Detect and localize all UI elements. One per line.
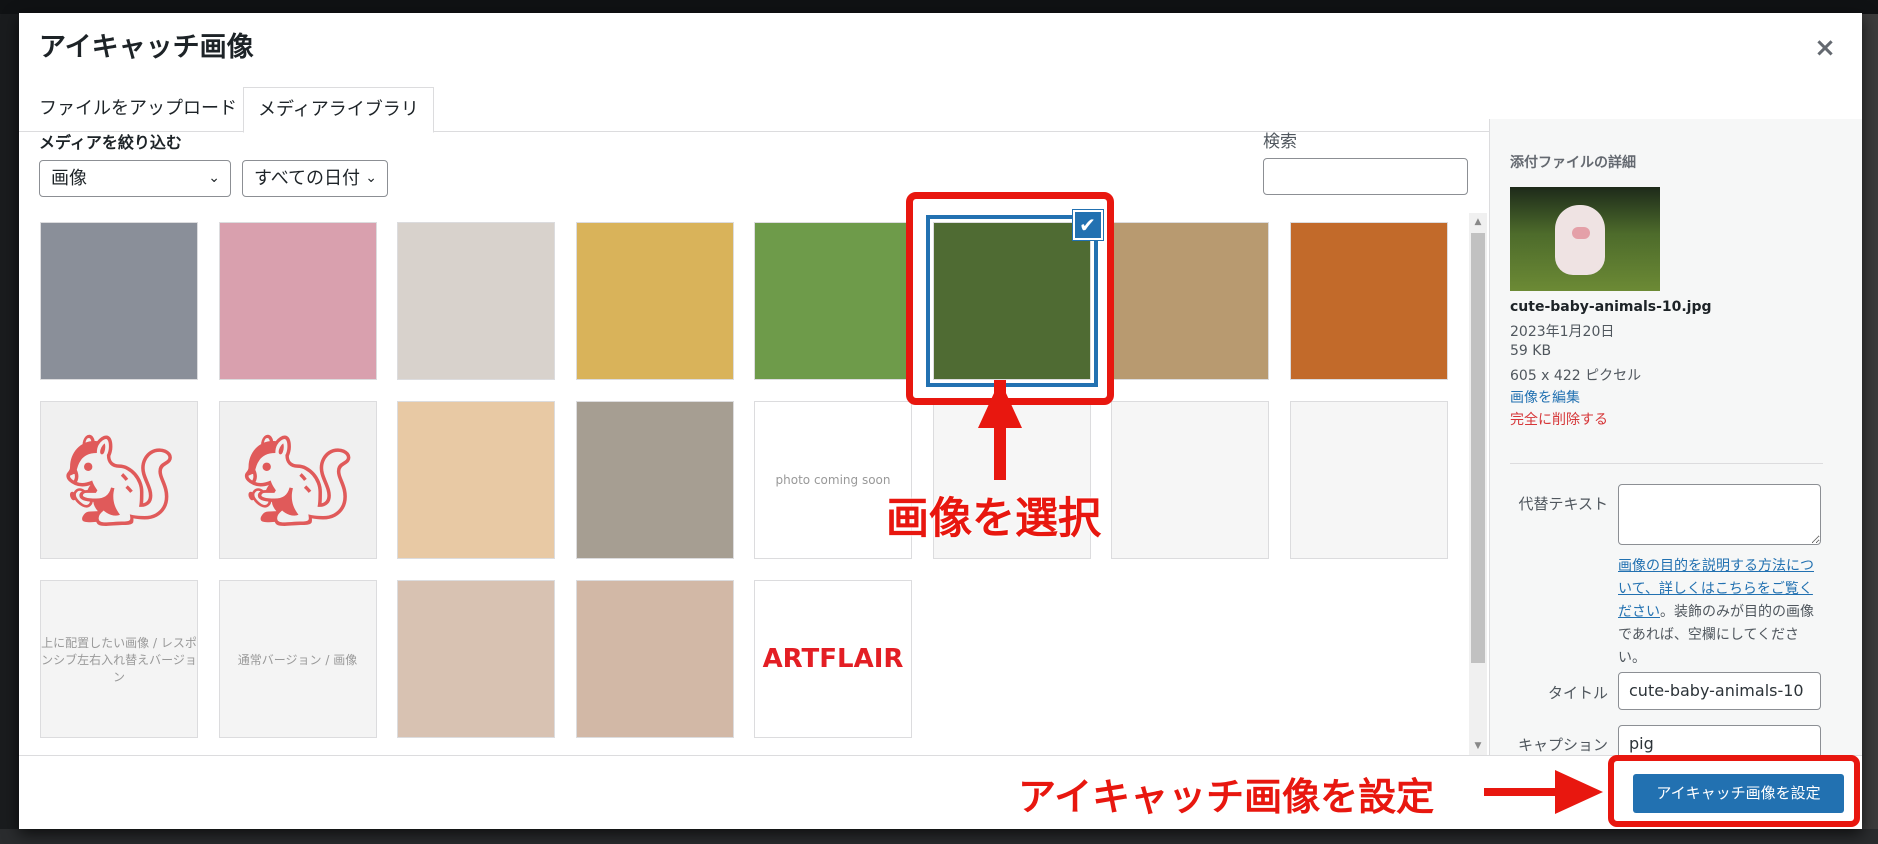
details-heading: 添付ファイルの詳細	[1510, 155, 1636, 171]
attachment-thumbnail: 通常バージョン / 画像	[219, 581, 376, 737]
attachment-tile[interactable]	[218, 222, 377, 380]
title-field[interactable]: cute-baby-animals-10	[1618, 672, 1821, 710]
alt-text-help: 画像の目的を説明する方法について、詳しくはこちらをご覧ください。装飾のみが目的の…	[1618, 555, 1823, 670]
details-filename: cute-baby-animals-10.jpg	[1510, 299, 1712, 315]
delete-permanently-link[interactable]: 完全に削除する	[1510, 409, 1608, 429]
attachment-thumbnail	[1290, 402, 1447, 558]
attachment-thumbnail	[1112, 402, 1268, 558]
admin-sidebar-backdrop	[0, 14, 19, 844]
search-label: 検索	[1263, 132, 1297, 152]
media-type-select[interactable]: 画像 ⌄	[39, 160, 231, 197]
chevron-down-icon: ⌄	[365, 170, 377, 186]
attachment-tile[interactable]	[1289, 401, 1448, 559]
attachment-thumbnail: 🐿	[219, 402, 376, 558]
attachment-tile[interactable]: 上に配置したい画像 / レスポンシブ左右入れ替えバージョン	[40, 580, 198, 738]
filter-label: メディアを絞り込む	[39, 133, 182, 152]
attachment-tile[interactable]	[1289, 222, 1448, 380]
attachment-thumbnail	[576, 223, 733, 379]
scroll-down-icon[interactable]: ▼	[1469, 737, 1487, 755]
annotation-arrow-right	[1484, 788, 1564, 796]
media-modal: アイキャッチ画像 × ファイルをアップロード メディアライブラリ メディアを絞り…	[19, 13, 1862, 829]
annotation-button-box	[1608, 755, 1860, 827]
attachment-thumbnail: 上に配置したい画像 / レスポンシブ左右入れ替えバージョン	[41, 581, 197, 737]
attachment-thumbnail	[1290, 223, 1447, 379]
annotation-set-featured: アイキャッチ画像を設定	[1018, 775, 1435, 819]
caption-field[interactable]: pig	[1618, 725, 1821, 755]
attachment-tile[interactable]	[40, 222, 198, 380]
admin-bar	[0, 0, 1878, 14]
details-filesize: 59 KB	[1510, 343, 1552, 359]
details-divider	[1510, 463, 1823, 464]
alt-text-label: 代替テキスト	[1518, 495, 1608, 513]
alt-text-field[interactable]	[1618, 484, 1821, 545]
chevron-down-icon: ⌄	[208, 170, 220, 186]
attachment-thumbnail	[398, 223, 554, 379]
attachment-details-panel: 添付ファイルの詳細 cute-baby-animals-10.jpg 2023年…	[1489, 119, 1862, 755]
attachment-tile[interactable]	[575, 401, 734, 559]
details-date: 2023年1月20日	[1510, 324, 1615, 340]
attachment-thumbnail: 🐿	[41, 402, 197, 558]
date-filter-select[interactable]: すべての日付 ⌄	[242, 160, 388, 197]
annotation-select-image: 画像を選択	[886, 494, 1101, 544]
attachment-tile[interactable]	[397, 580, 555, 738]
attachment-thumbnail	[398, 581, 554, 737]
attachment-thumbnail	[219, 223, 376, 379]
footer-divider	[19, 755, 1862, 756]
caption-label: キャプション	[1517, 736, 1608, 754]
attachment-thumbnail	[755, 223, 911, 379]
page-backdrop-bottom	[0, 829, 1878, 844]
attachment-thumbnail	[576, 581, 733, 737]
page-backdrop-right	[1862, 14, 1878, 844]
tab-media-library[interactable]: メディアライブラリ	[243, 87, 434, 133]
attachment-tile[interactable]: 🐿	[40, 401, 198, 559]
attachment-tile[interactable]: 通常バージョン / 画像	[218, 580, 377, 738]
annotation-select-box	[906, 192, 1114, 405]
attachment-thumbnail	[41, 223, 197, 379]
scrollbar-thumb[interactable]	[1471, 233, 1485, 663]
grid-scrollbar[interactable]: ▲ ▼	[1469, 213, 1487, 755]
tab-upload-files[interactable]: ファイルをアップロード	[25, 87, 251, 132]
attachment-thumbnail	[1112, 223, 1268, 379]
attachment-tile[interactable]	[1111, 222, 1269, 380]
scroll-up-icon[interactable]: ▲	[1469, 213, 1487, 231]
attachment-thumbnail	[576, 402, 733, 558]
close-icon[interactable]: ×	[1808, 31, 1842, 65]
attachment-tile[interactable]	[575, 580, 734, 738]
annotation-arrow-up-head	[978, 380, 1022, 428]
title-label: タイトル	[1547, 684, 1608, 702]
attachment-tile[interactable]	[754, 222, 912, 380]
attachment-tile[interactable]: ARTFLAIR	[754, 580, 912, 738]
attachment-tile[interactable]: 🐿	[218, 401, 377, 559]
modal-title: アイキャッチ画像	[39, 32, 254, 63]
annotation-arrow-right-head	[1555, 770, 1603, 814]
attachment-tile[interactable]	[575, 222, 734, 380]
edit-image-link[interactable]: 画像を編集	[1510, 387, 1580, 407]
attachment-tile[interactable]	[397, 401, 555, 559]
attachment-thumbnail	[398, 402, 554, 558]
date-filter-value: すべての日付	[254, 168, 361, 189]
attachment-tile[interactable]	[397, 222, 555, 380]
attachment-thumbnail: ARTFLAIR	[755, 581, 911, 737]
details-dimensions: 605 x 422 ピクセル	[1510, 368, 1642, 384]
attachment-tile[interactable]	[1111, 401, 1269, 559]
details-thumbnail	[1510, 187, 1660, 291]
search-input[interactable]	[1263, 158, 1468, 195]
media-type-value: 画像	[51, 168, 87, 189]
